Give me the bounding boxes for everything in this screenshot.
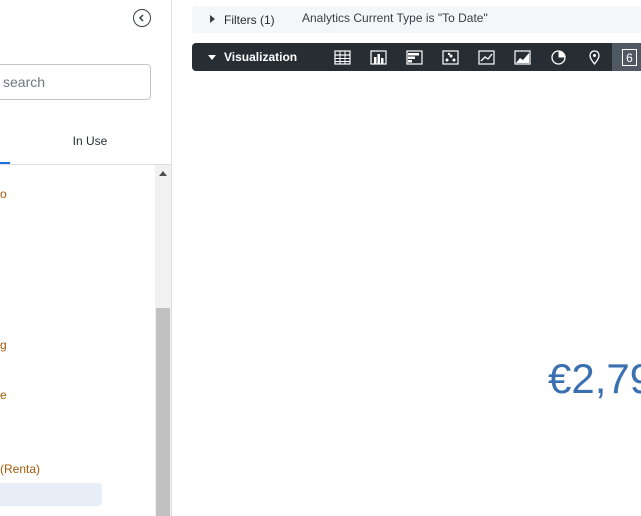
visualization-section[interactable]: Visualization 6 xyxy=(192,43,641,71)
scroll-thumb[interactable] xyxy=(156,308,170,516)
field-item[interactable]: o xyxy=(0,187,7,201)
field-list: o g e (Renta) xyxy=(0,165,155,516)
field-list-scrollbar[interactable] xyxy=(155,165,171,516)
scatter-chart-icon[interactable] xyxy=(441,48,459,66)
line-chart-icon[interactable] xyxy=(477,48,495,66)
tab-in-use[interactable]: In Use xyxy=(55,134,125,148)
field-picker-panel: search In Use o g e (Renta) xyxy=(0,0,172,516)
chevron-left-icon xyxy=(138,14,144,22)
field-tabs: In Use xyxy=(0,126,171,165)
filters-label[interactable]: Filters (1) xyxy=(224,13,275,27)
single-value-display: €2,79 xyxy=(548,355,641,402)
scroll-up-arrow-icon[interactable] xyxy=(159,171,167,176)
tab-all-fields[interactable] xyxy=(0,126,10,164)
area-chart-icon[interactable] xyxy=(513,48,531,66)
table-icon[interactable] xyxy=(333,48,351,66)
field-item[interactable]: (Renta) xyxy=(0,462,40,476)
field-item[interactable]: e xyxy=(0,388,7,402)
map-pin-icon[interactable] xyxy=(585,48,603,66)
collapse-panel-button[interactable] xyxy=(133,9,151,27)
column-chart-icon[interactable] xyxy=(369,48,387,66)
filters-summary: Analytics Current Type is "To Date" xyxy=(302,11,488,25)
pie-chart-icon[interactable] xyxy=(549,48,567,66)
collapse-caret-icon[interactable] xyxy=(208,55,216,60)
explore-page: search In Use o g e (Renta) Filters (1) … xyxy=(0,0,641,516)
single-value-icon[interactable]: 6 xyxy=(622,49,637,66)
expand-caret-icon[interactable] xyxy=(210,15,215,23)
selected-field-row[interactable] xyxy=(0,483,102,506)
field-item[interactable]: g xyxy=(0,338,7,352)
filters-section[interactable]: Filters (1) Analytics Current Type is "T… xyxy=(192,6,641,33)
field-search-input[interactable]: search xyxy=(0,64,151,100)
bar-chart-icon[interactable] xyxy=(405,48,423,66)
visualization-label[interactable]: Visualization xyxy=(224,50,297,64)
search-placeholder: search xyxy=(3,74,46,90)
